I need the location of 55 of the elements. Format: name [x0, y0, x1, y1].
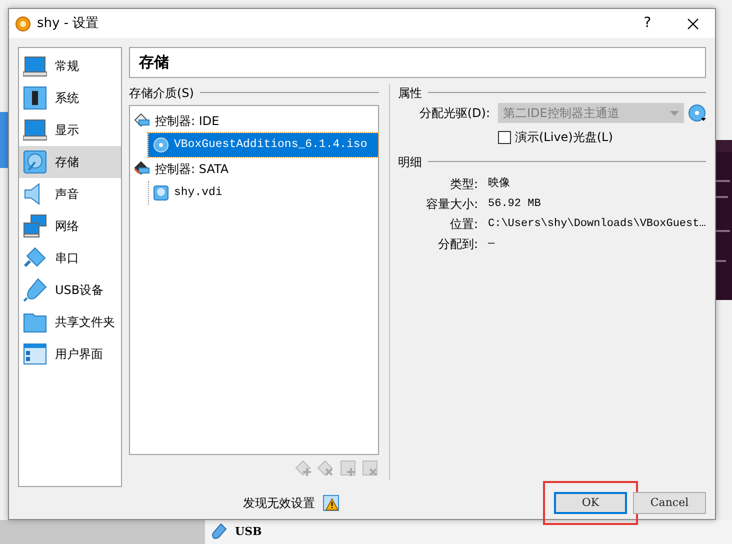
- usb-icon: [23, 278, 47, 302]
- disc-icon: [153, 137, 169, 153]
- add-attachment-icon[interactable]: [339, 459, 357, 477]
- checkbox[interactable]: [498, 130, 511, 144]
- serial-port-icon: [23, 246, 47, 270]
- monitor-icon: [23, 118, 47, 142]
- checkbox-label[interactable]: 演示(Live)光盘(L): [515, 128, 613, 146]
- help-button[interactable]: ?: [625, 9, 670, 38]
- close-icon: [686, 18, 698, 30]
- remove-attachment-icon[interactable]: [361, 459, 379, 477]
- sidebar-item[interactable]: 用户界面: [19, 338, 121, 370]
- add-controller-icon[interactable]: [295, 459, 313, 477]
- window-icon: [23, 342, 47, 366]
- detail-label: 分配到:: [436, 236, 479, 253]
- tree-item[interactable]: 控制器: IDE: [130, 109, 378, 133]
- controller-icon: [134, 161, 150, 177]
- section-label: 存储介质(S): [129, 84, 194, 102]
- sidebar-item[interactable]: 常规: [19, 50, 121, 82]
- tree-item[interactable]: VBoxGuestAdditions_6.1.4.iso: [148, 133, 378, 157]
- caret-icon: [670, 110, 679, 116]
- tree-item[interactable]: shy.vdi: [148, 181, 378, 205]
- status-text: 发现无效设置: [243, 495, 315, 512]
- sidebar-item[interactable]: 存储: [19, 146, 121, 178]
- section-label: 明细: [398, 154, 422, 170]
- usb-label[interactable]: USB: [235, 524, 262, 540]
- controller-icon: [134, 113, 150, 129]
- warning-icon[interactable]: [323, 495, 339, 511]
- page-header: 存储: [129, 47, 706, 78]
- usb-icon: [211, 523, 227, 541]
- remove-controller-icon[interactable]: [317, 459, 335, 477]
- disc-icon[interactable]: [688, 104, 706, 122]
- sidebar-item[interactable]: 声音: [19, 178, 121, 210]
- sidebar-item[interactable]: USB设备: [19, 274, 121, 306]
- cancel-button[interactable]: Cancel: [633, 492, 706, 514]
- detail-value: 56.92 MB: [488, 196, 541, 212]
- field-label: 分配光驱(D):: [418, 105, 491, 122]
- sidebar-item[interactable]: 系统: [19, 82, 121, 114]
- network-icon: [23, 214, 47, 238]
- tree-item[interactable]: 控制器: SATA: [130, 157, 378, 181]
- sidebar-item[interactable]: 网络: [19, 210, 121, 242]
- chip-icon: [23, 86, 47, 110]
- gear-icon: [15, 16, 31, 32]
- detail-value: —: [488, 236, 495, 252]
- sidebar-item[interactable]: 显示: [19, 114, 121, 146]
- detail-value: 映像: [488, 176, 510, 192]
- detail-label: 类型:: [448, 176, 479, 193]
- detail-value: C:\Users\shy\Downloads\VBoxGuest…: [488, 216, 706, 232]
- sidebar-item[interactable]: 共享文件夹: [19, 306, 121, 338]
- sidebar-item[interactable]: 串口: [19, 242, 121, 274]
- detail-label: 容量大小:: [424, 196, 479, 213]
- monitor-icon: [23, 54, 47, 78]
- ok-button[interactable]: OK: [554, 492, 627, 514]
- detail-label: 位置:: [448, 216, 479, 233]
- section-label: 属性: [398, 84, 422, 102]
- window-title: shy - 设置: [37, 14, 99, 33]
